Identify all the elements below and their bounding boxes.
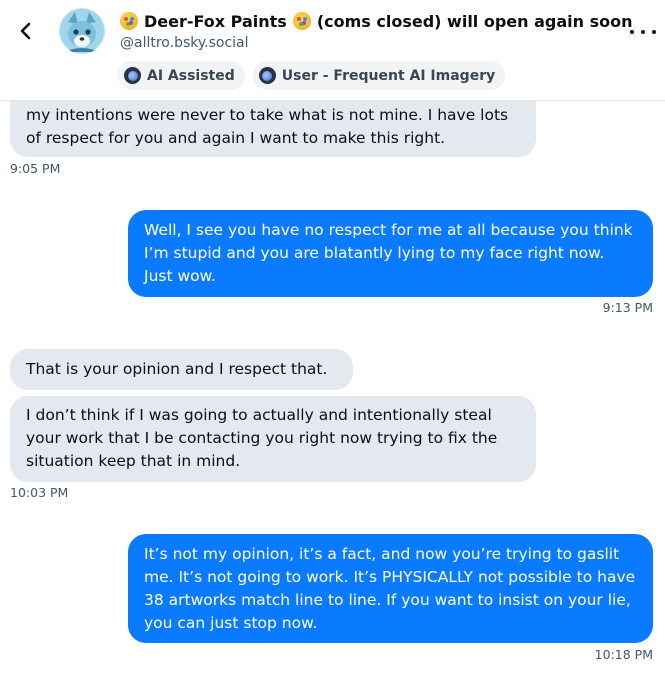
message-text: Well, I see you have no respect for me a… [144, 221, 633, 285]
more-dot [630, 30, 634, 34]
message-text: It’s not my opinion, it’s a fact, and no… [144, 545, 636, 632]
badge-label: User - Frequent AI Imagery [281, 67, 496, 84]
message-text: I don’t think if I was going to actually… [26, 406, 498, 470]
artist-palette-icon [120, 12, 138, 30]
chevron-left-icon [20, 22, 31, 40]
message-bubble-sent[interactable]: Well, I see you have no respect for me a… [128, 210, 653, 297]
badge-label: AI Assisted [147, 67, 235, 84]
badge-frequent-ai-imagery[interactable]: User - Frequent AI Imagery [252, 61, 506, 90]
display-name: Deer-Fox Paints [144, 11, 287, 31]
conversation-header: Deer-Fox Paints (coms closed) will open … [0, 0, 665, 101]
back-button[interactable] [14, 16, 38, 46]
display-name-suffix: (coms closed) will open again soon [316, 11, 633, 31]
message-bubble-received[interactable]: That is your opinion and I respect that. [10, 349, 353, 390]
message-bubble-sent[interactable]: It’s not my opinion, it’s a fact, and no… [128, 534, 653, 643]
badge-ai-assisted[interactable]: AI Assisted [118, 61, 245, 90]
message-timestamp: 9:05 PM [10, 161, 61, 176]
more-options-button[interactable] [630, 22, 656, 42]
message-text: my intentions were never to take what is… [26, 106, 509, 147]
avatar-image [59, 8, 105, 54]
more-dot [641, 30, 645, 34]
avatar[interactable] [59, 8, 105, 54]
profile-handle: @alltro.bsky.social [120, 35, 249, 51]
label-icon [258, 67, 276, 84]
message-timestamp: 10:18 PM [594, 647, 653, 662]
label-badges: AI Assisted User - Frequent AI Imagery [118, 61, 506, 90]
more-dot [652, 30, 656, 34]
message-timestamp: 10:03 PM [10, 485, 69, 500]
profile-name[interactable]: Deer-Fox Paints (coms closed) will open … [120, 8, 640, 34]
label-icon [124, 67, 141, 84]
message-list: my intentions were never to take what is… [0, 0, 665, 683]
artist-palette-icon [292, 12, 311, 30]
message-bubble-received[interactable]: I don’t think if I was going to actually… [10, 396, 536, 482]
message-text: That is your opinion and I respect that. [26, 360, 328, 378]
message-timestamp: 9:13 PM [602, 300, 653, 315]
